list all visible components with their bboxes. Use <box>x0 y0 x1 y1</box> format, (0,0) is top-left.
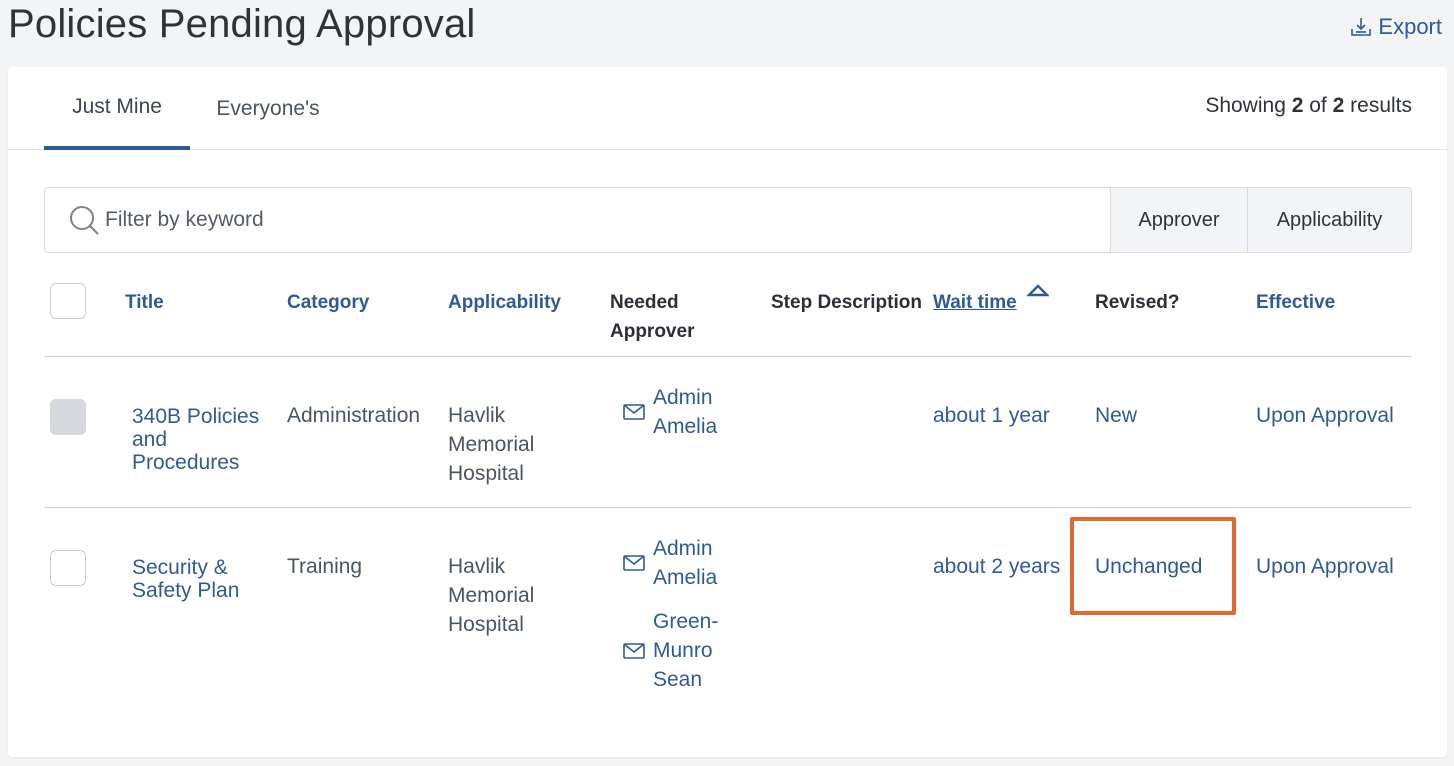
applicability-line: Memorial <box>448 584 535 607</box>
mail-icon <box>623 555 645 571</box>
applicability-line: Havlik <box>448 404 506 427</box>
results-shown: 2 <box>1291 94 1304 117</box>
results-count: Showing 2 of 2 results <box>1205 94 1412 118</box>
approver-name-line: Green- <box>653 610 719 633</box>
column-header-needed-approver: Needed Approver <box>610 288 694 346</box>
category-cell: Administration <box>287 404 421 427</box>
policy-title-line: Procedures <box>132 451 240 474</box>
column-header-needed-approver-line1: Needed <box>610 292 679 313</box>
select-all-checkbox[interactable] <box>50 283 86 319</box>
policy-title-link[interactable]: 340B Policies and Procedures <box>132 405 259 474</box>
applicability-cell: Havlik Memorial Hospital <box>448 552 534 639</box>
results-suffix: results <box>1350 94 1412 117</box>
search-input[interactable] <box>105 208 1044 232</box>
approver-name-line: Admin <box>653 537 713 560</box>
mail-icon <box>623 642 645 659</box>
export-label: Export <box>1378 14 1442 39</box>
results-of: of <box>1309 94 1327 117</box>
header-divider <box>44 356 1412 357</box>
policy-title-link[interactable]: Security & Safety Plan <box>132 556 239 602</box>
row-divider <box>44 507 1412 508</box>
applicability-line: Memorial <box>448 433 535 456</box>
column-header-step-description: Step Description <box>771 292 922 313</box>
approver-name-line: Amelia <box>653 566 718 589</box>
category-cell: Training <box>287 555 363 578</box>
applicability-line: Havlik <box>448 555 506 578</box>
column-header-effective[interactable]: Effective <box>1256 288 1335 317</box>
revised-cell: Unchanged <box>1095 555 1203 578</box>
approver-link[interactable]: Admin Amelia <box>623 383 717 441</box>
policies-card: Just Mine Everyone's Showing 2 of 2 resu… <box>8 67 1447 757</box>
mail-icon <box>623 404 645 420</box>
page-title: Policies Pending Approval <box>8 2 476 46</box>
wait-time-cell: about 1 year <box>933 404 1050 427</box>
row-checkbox[interactable] <box>50 399 86 435</box>
approver-name-line: Sean <box>653 668 703 691</box>
download-icon <box>1351 18 1372 36</box>
search-icon <box>70 206 99 235</box>
approver-link[interactable]: Green- Munro Sean <box>623 607 718 694</box>
column-header-title[interactable]: Title <box>125 288 164 317</box>
column-header-needed-approver-line2: Approver <box>610 321 695 342</box>
export-button[interactable]: Export <box>1349 14 1442 40</box>
results-prefix: Showing <box>1205 94 1286 117</box>
applicability-filter-button[interactable]: Applicability <box>1247 188 1411 252</box>
column-header-revised: Revised? <box>1095 292 1180 313</box>
filter-bar: Approver Applicability <box>44 187 1412 253</box>
row-checkbox[interactable] <box>50 550 86 586</box>
column-header-applicability[interactable]: Applicability <box>448 288 561 317</box>
approver-link[interactable]: Admin Amelia <box>623 534 717 592</box>
applicability-cell: Havlik Memorial Hospital <box>448 401 534 488</box>
tab-just-mine[interactable]: Just Mine <box>44 67 190 150</box>
policy-title-line: 340B Policies <box>132 405 260 428</box>
effective-cell: Upon Approval <box>1256 555 1394 578</box>
column-header-wait-time[interactable]: Wait time <box>933 288 1017 317</box>
applicability-line: Hospital <box>448 613 524 636</box>
sort-ascending-icon[interactable] <box>1027 283 1049 297</box>
policy-title-line: and <box>132 428 168 451</box>
results-total: 2 <box>1332 94 1345 117</box>
approver-name-line: Munro <box>653 639 713 662</box>
tab-everyones[interactable]: Everyone's <box>198 67 338 150</box>
wait-time-cell: about 2 years <box>933 555 1061 578</box>
effective-cell: Upon Approval <box>1256 404 1394 427</box>
revised-cell: New <box>1095 404 1138 427</box>
applicability-line: Hospital <box>448 462 524 485</box>
approver-name-line: Admin <box>653 386 713 409</box>
search-wrap <box>45 188 1110 252</box>
policy-title-line: Security & <box>132 556 228 579</box>
column-header-category[interactable]: Category <box>287 288 369 317</box>
approver-filter-button[interactable]: Approver <box>1110 188 1247 252</box>
approver-name-line: Amelia <box>653 415 718 438</box>
policy-title-line: Safety Plan <box>132 579 240 602</box>
tabs-bar: Just Mine Everyone's Showing 2 of 2 resu… <box>8 67 1447 150</box>
